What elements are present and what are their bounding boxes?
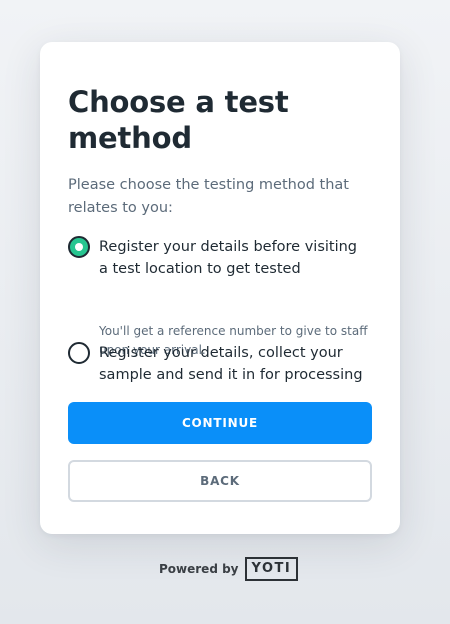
- option-label: Register your details before visiting a …: [99, 239, 358, 277]
- test-method-card: Choose a test method Please choose the t…: [40, 42, 400, 534]
- page-title: Choose a test method: [68, 85, 289, 155]
- radio-unselected-icon[interactable]: [68, 342, 90, 364]
- radio-selected-icon[interactable]: [68, 236, 90, 258]
- intro-text: Please choose the testing method that re…: [68, 177, 349, 216]
- powered-by-label: Powered by: [159, 562, 239, 576]
- yoti-logo: YOTI: [244, 557, 299, 581]
- option-label: Register your details, collect your samp…: [99, 345, 363, 383]
- powered-by-footer: Powered by YOTI: [159, 557, 299, 581]
- back-button[interactable]: BACK: [68, 460, 372, 502]
- continue-button[interactable]: CONTINUE: [68, 402, 372, 444]
